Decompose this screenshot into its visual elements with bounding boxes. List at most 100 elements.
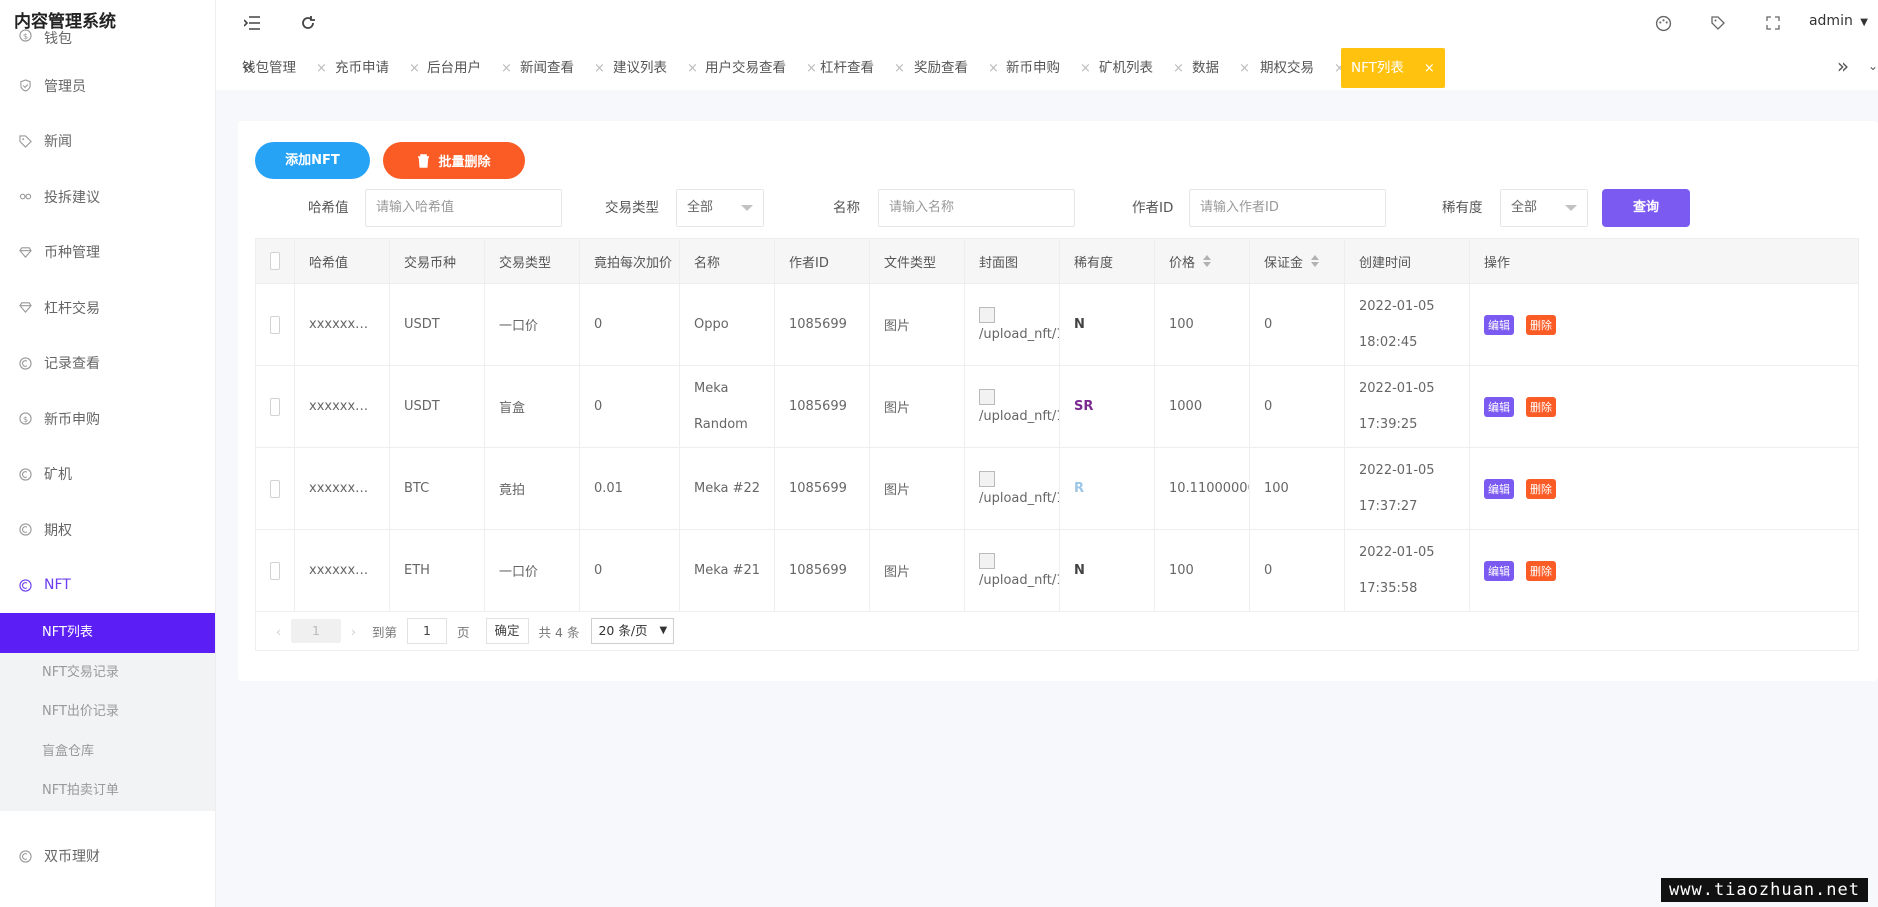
column-header[interactable]: 价格 (1155, 239, 1250, 283)
user-name: admin (1808, 13, 1853, 29)
tag-icon[interactable] (1708, 13, 1728, 33)
hash-cell-text: xxxxxxxxxxxxxxx (309, 481, 375, 496)
delete-button[interactable]: 删除 (1526, 560, 1556, 581)
query-button[interactable]: 查询 (1602, 189, 1690, 227)
record-icon (18, 523, 32, 537)
current-page[interactable]: 1 (291, 619, 341, 643)
column-header: 操作 (1470, 239, 1599, 283)
sidebar-subitem[interactable]: NFT出价记录 (0, 692, 215, 732)
tab-item[interactable]: 新币申购 × (996, 48, 1101, 88)
tab-item[interactable]: 矿机列表 × (1089, 48, 1194, 88)
tab-item[interactable]: 杠杆查看 × (810, 48, 915, 88)
header-checkbox-cell (256, 239, 295, 283)
tabs-scroll-right-icon[interactable]: » (1831, 54, 1855, 78)
trade-type-select[interactable]: 全部 (676, 189, 764, 227)
delete-button[interactable]: 删除 (1526, 478, 1556, 499)
cover-image: /upload_nft/16413 (979, 388, 1059, 425)
sidebar-item[interactable]: 杠杆交易 (0, 280, 215, 336)
prev-page-icon[interactable]: ‹ (276, 624, 281, 639)
refresh-icon[interactable] (298, 13, 318, 33)
tab-item[interactable]: 奖励查看 × (904, 48, 1009, 88)
row-checkbox-cell (256, 284, 295, 365)
sidebar-item[interactable]: 期权 (0, 502, 215, 558)
sidebar-subitem[interactable]: 盲盒仓库 (0, 732, 215, 772)
tabs-dropdown-icon[interactable]: ⌄ (1861, 54, 1878, 78)
sidebar-subitem[interactable]: NFT列表 (0, 613, 215, 653)
hash-input[interactable]: 请输入哈希值 (365, 189, 562, 227)
bid-increment-cell-text: 0 (594, 317, 603, 332)
edit-button[interactable]: 编辑 (1484, 314, 1514, 335)
batch-delete-button[interactable]: 批量删除 (383, 142, 525, 179)
sidebar-item-label: 新币申购 (44, 411, 100, 428)
column-header: 文件类型 (870, 239, 965, 283)
fullscreen-icon[interactable] (1763, 13, 1783, 33)
record-icon (18, 578, 32, 592)
user-menu[interactable]: admin ▼ (1809, 13, 1868, 29)
sort-icon[interactable] (1203, 255, 1212, 267)
edit-button[interactable]: 编辑 (1484, 396, 1514, 417)
add-nft-button[interactable]: 添加NFT (255, 142, 370, 179)
column-header-label: 竟拍每次加价 (594, 255, 673, 271)
tab-item[interactable]: 建议列表 × (603, 48, 708, 88)
column-header[interactable]: 保证金 (1250, 239, 1345, 283)
collapse-menu-icon[interactable] (242, 13, 262, 33)
bid-increment-cell-text: 0.01 (594, 481, 623, 496)
tab-item[interactable]: 期权交易 × (1250, 48, 1355, 88)
select-all-checkbox[interactable] (270, 252, 280, 270)
column-header: 交易币种 (390, 239, 485, 283)
tab-item[interactable]: 新闻查看 × (510, 48, 615, 88)
row-checkbox[interactable] (270, 479, 280, 498)
row-checkbox[interactable] (270, 561, 280, 580)
sidebar-item[interactable]: NFT (0, 558, 215, 614)
tab-item[interactable]: 后台用户 × (417, 48, 522, 88)
name-input[interactable]: 请输入名称 (878, 189, 1075, 227)
tab-item[interactable]: 数据 × (1182, 48, 1260, 88)
sidebar-item[interactable]: $ 新币申购 (0, 391, 215, 447)
sidebar-item[interactable]: 币种管理 (0, 225, 215, 281)
sidebar-item-label: 期权 (44, 522, 72, 539)
trash-icon (417, 153, 430, 168)
row-checkbox[interactable] (270, 397, 280, 416)
column-header-label: 操作 (1484, 255, 1511, 271)
sort-icon[interactable] (1311, 255, 1320, 267)
sidebar-item[interactable]: 新闻 (0, 114, 215, 170)
page-size-select[interactable]: 20 条/页 ▼ (591, 618, 675, 644)
tab-item[interactable]: NFT列表 × (1341, 48, 1445, 88)
sidebar-item[interactable]: 记录查看 (0, 336, 215, 392)
shield-icon (18, 79, 32, 93)
sidebar-item[interactable]: 投拆建议 (0, 169, 215, 225)
sort-up-icon (1203, 255, 1212, 260)
delete-button[interactable]: 删除 (1526, 396, 1556, 417)
name-cell: Meka #22 (680, 448, 775, 529)
delete-button[interactable]: 删除 (1526, 314, 1556, 335)
page-input[interactable]: 1 (407, 618, 448, 644)
cover-cell: /upload_nft/16413 (965, 284, 1060, 365)
tab-item[interactable]: 钱包管理 × (232, 48, 337, 88)
sidebar-item[interactable]: 矿机 (0, 447, 215, 503)
bid-increment-cell-text: 0 (594, 563, 603, 578)
sidebar-item[interactable]: 管理员 (0, 58, 215, 114)
sidebar-subitem[interactable]: NFT拍卖订单 (0, 771, 215, 811)
link-icon (18, 190, 32, 204)
sidebar-item[interactable]: 双币理财 (0, 829, 215, 885)
edit-button[interactable]: 编辑 (1484, 560, 1514, 581)
sidebar-subitem[interactable]: NFT交易记录 (0, 653, 215, 693)
rarity-select[interactable]: 全部 (1500, 189, 1588, 227)
tab-item[interactable]: 用户交易查看 × (695, 48, 827, 88)
close-icon[interactable]: × (1239, 61, 1250, 76)
nft-table: 哈希值 交易币种 交易类型 竟拍每次加价 名称 作者ID 文件类型 封面图 稀有度 价格 保证金 创建… (255, 238, 1859, 651)
tab-label: 后台用户 (427, 60, 481, 76)
author-input[interactable]: 请输入作者ID (1189, 189, 1386, 227)
rarity-value: R (1074, 481, 1085, 496)
row-checkbox[interactable] (270, 315, 280, 334)
tab-item[interactable]: 充币申请 × (325, 48, 430, 88)
price-cell-text: 10.11000000 (1169, 481, 1250, 496)
sidebar-item-label: 矿机 (44, 467, 72, 484)
edit-button[interactable]: 编辑 (1484, 478, 1514, 499)
close-icon[interactable]: × (1424, 61, 1435, 76)
palette-icon[interactable] (1653, 13, 1673, 33)
column-header-label: 封面图 (979, 255, 1019, 271)
next-page-icon[interactable]: › (351, 624, 356, 639)
rarity-cell: N (1060, 530, 1155, 611)
page-confirm-button[interactable]: 确定 (485, 618, 529, 644)
